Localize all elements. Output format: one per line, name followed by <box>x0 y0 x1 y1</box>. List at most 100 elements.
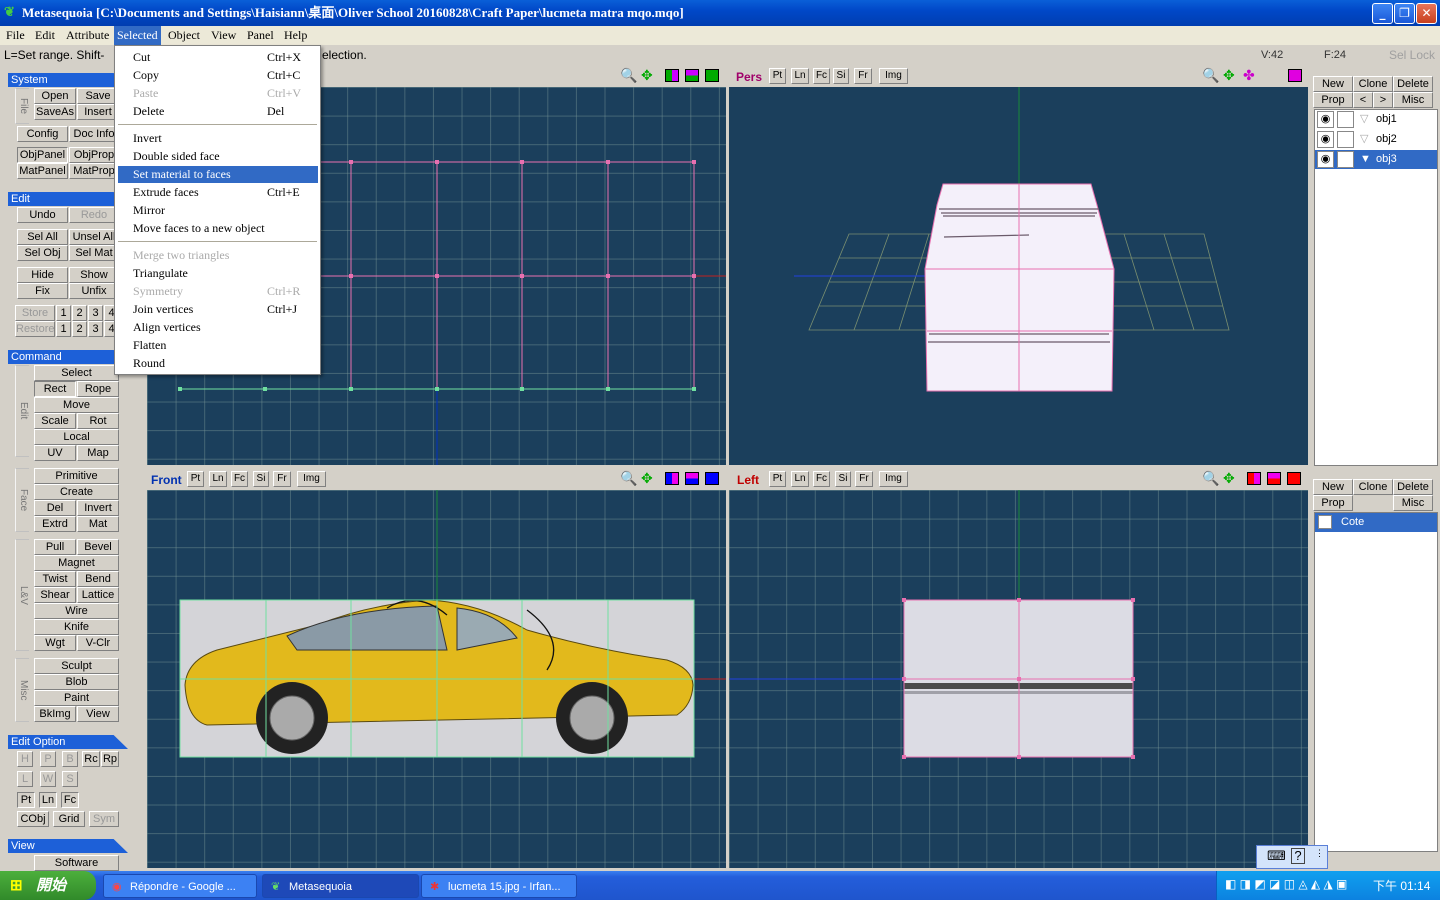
material-clone-button[interactable]: Clone <box>1353 479 1393 495</box>
blob-button[interactable]: Blob <box>34 674 119 690</box>
menu-item-paste[interactable]: Paste Ctrl+V <box>118 85 318 102</box>
object-row-selected[interactable]: ◉ ▼ obj3 <box>1315 150 1437 169</box>
material-color-swatch[interactable] <box>1318 515 1332 529</box>
pers-ln-toggle[interactable]: Ln <box>791 68 809 84</box>
menu-help[interactable]: Help <box>281 26 310 45</box>
expand-arrow-icon[interactable]: ▼ <box>1360 150 1371 169</box>
pers-fc-toggle[interactable]: Fc <box>813 68 830 84</box>
menu-item-merge-triangles[interactable]: Merge two triangles <box>118 247 318 264</box>
opt-rp-button[interactable]: Rp <box>101 751 119 767</box>
menu-item-copy[interactable]: Copy Ctrl+C <box>118 67 318 84</box>
docinfo-button[interactable]: Doc Info <box>69 126 119 142</box>
visibility-eye-icon[interactable]: ◉ <box>1317 151 1334 168</box>
scale-button[interactable]: Scale <box>34 413 76 429</box>
opt-pt-button[interactable]: Pt <box>17 792 35 808</box>
bevel-button[interactable]: Bevel <box>77 539 119 555</box>
create-button[interactable]: Create <box>34 484 119 500</box>
save-button[interactable]: Save <box>77 88 119 104</box>
axis-color-icon[interactable] <box>1247 472 1261 485</box>
select-button[interactable]: Select <box>34 365 119 381</box>
left-fc-toggle[interactable]: Fc <box>813 471 830 487</box>
left-pt-toggle[interactable]: Pt <box>769 471 786 487</box>
visibility-eye-icon[interactable]: ◉ <box>1317 131 1334 148</box>
opt-ln-button[interactable]: Ln <box>39 792 57 808</box>
twist-button[interactable]: Twist <box>34 571 76 587</box>
object-new-button[interactable]: New <box>1313 76 1353 92</box>
object-clone-button[interactable]: Clone <box>1353 76 1393 92</box>
sel-mat-button[interactable]: Sel Mat <box>69 245 119 261</box>
opt-sym-button[interactable]: Sym <box>89 811 119 827</box>
front-img-toggle[interactable]: Img <box>297 471 326 487</box>
menu-item-move-faces[interactable]: Move faces to a new object <box>118 220 318 237</box>
pan-icon[interactable]: ✥ <box>641 470 653 486</box>
visibility-eye-icon[interactable]: ◉ <box>1317 111 1334 128</box>
expand-icon[interactable]: ⋮ <box>1315 848 1324 859</box>
store-button[interactable]: Store <box>15 305 55 321</box>
pers-pt-toggle[interactable]: Pt <box>769 68 786 84</box>
store-slot-2[interactable]: 2 <box>72 305 87 321</box>
pan-icon[interactable]: ✥ <box>1223 470 1235 486</box>
opt-s-button[interactable]: S <box>62 771 78 787</box>
axis-color-icon[interactable] <box>705 69 719 82</box>
lattice-button[interactable]: Lattice <box>77 587 119 603</box>
map-button[interactable]: Map <box>77 445 119 461</box>
menu-attribute[interactable]: Attribute <box>63 26 112 45</box>
wgt-button[interactable]: Wgt <box>34 635 76 651</box>
axis-color-icon[interactable] <box>685 69 699 82</box>
local-button[interactable]: Local <box>34 429 119 445</box>
maximize-button[interactable]: ❐ <box>1394 3 1415 24</box>
zoom-icon[interactable]: 🔍 <box>1202 470 1219 486</box>
config-button[interactable]: Config <box>17 126 68 142</box>
opt-b-button[interactable]: B <box>62 751 78 767</box>
axis-color-icon[interactable] <box>665 69 679 82</box>
menu-item-round[interactable]: Round <box>118 355 318 372</box>
sel-obj-button[interactable]: Sel Obj <box>17 245 68 261</box>
wire-button[interactable]: Wire <box>34 603 119 619</box>
fix-button[interactable]: Fix <box>17 283 68 299</box>
pers-img-toggle[interactable]: Img <box>879 68 908 84</box>
objpanel-button[interactable]: ObjPanel <box>17 147 68 163</box>
opt-p-button[interactable]: P <box>40 751 56 767</box>
axis-color-icon[interactable] <box>1267 472 1281 485</box>
bend-button[interactable]: Bend <box>77 571 119 587</box>
material-delete-button[interactable]: Delete <box>1393 479 1433 495</box>
menu-item-delete[interactable]: Delete Del <box>118 103 318 120</box>
opt-l-button[interactable]: L <box>17 771 33 787</box>
zoom-icon[interactable]: 🔍 <box>1202 67 1219 83</box>
store-slot-1[interactable]: 1 <box>56 305 71 321</box>
object-prev-button[interactable]: < <box>1353 92 1373 108</box>
matpanel-button[interactable]: MatPanel <box>17 163 68 179</box>
left-viewport[interactable] <box>729 490 1308 868</box>
insert-button[interactable]: Insert <box>77 104 119 120</box>
menu-item-symmetry[interactable]: Symmetry Ctrl+R <box>118 283 318 300</box>
front-viewport[interactable] <box>147 490 726 868</box>
undo-button[interactable]: Undo <box>17 207 68 223</box>
menu-file[interactable]: File <box>3 26 28 45</box>
taskbar-irfanview[interactable]: ✱ lucmeta 15.jpg - Irfan... <box>421 874 577 898</box>
ime-toolbar[interactable]: ⌨ ? ⋮ <box>1256 845 1328 869</box>
axis-color-icon[interactable] <box>1288 69 1302 82</box>
keyboard-icon[interactable]: ⌨ <box>1267 848 1286 864</box>
pers-si-toggle[interactable]: Si <box>833 68 849 84</box>
sel-lock-button[interactable]: Sel Lock <box>1386 46 1440 64</box>
matprop-button[interactable]: MatProp <box>69 163 119 179</box>
pull-button[interactable]: Pull <box>34 539 76 555</box>
move-button[interactable]: Move <box>34 397 119 413</box>
object-next-button[interactable]: > <box>1373 92 1393 108</box>
menu-view[interactable]: View <box>208 26 239 45</box>
magnet-button[interactable]: Magnet <box>34 555 119 571</box>
menu-item-invert[interactable]: Invert <box>118 130 318 147</box>
left-si-toggle[interactable]: Si <box>835 471 851 487</box>
material-misc-button[interactable]: Misc <box>1393 495 1433 511</box>
open-button[interactable]: Open <box>34 88 76 104</box>
object-misc-button[interactable]: Misc <box>1393 92 1433 108</box>
lock-toggle[interactable] <box>1337 151 1354 168</box>
menu-item-extrude-faces[interactable]: Extrude faces Ctrl+E <box>118 184 318 201</box>
front-pt-toggle[interactable]: Pt <box>187 471 204 487</box>
del-button[interactable]: Del <box>34 500 76 516</box>
opt-cobj-button[interactable]: CObj <box>17 811 49 827</box>
saveas-button[interactable]: SaveAs <box>34 104 76 120</box>
start-button[interactable]: ⊞ 開始 <box>0 871 96 900</box>
opt-rc-button[interactable]: Rc <box>82 751 100 767</box>
front-fr-toggle[interactable]: Fr <box>273 471 291 487</box>
